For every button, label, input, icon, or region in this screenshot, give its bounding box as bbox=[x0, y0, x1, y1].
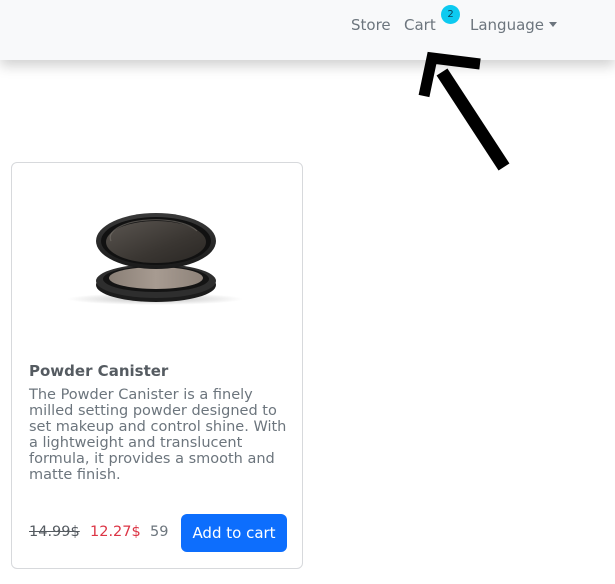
stock-count: 59 bbox=[150, 524, 169, 540]
card-footer: 14.99$ 12.27$ 59 Add to cart bbox=[29, 514, 287, 552]
nav-language-label: Language bbox=[470, 16, 545, 34]
product-image bbox=[67, 213, 243, 305]
sale-price: 12.27$ bbox=[90, 524, 141, 540]
nav-store-link[interactable]: Store bbox=[351, 15, 391, 35]
caret-down-icon bbox=[549, 22, 558, 27]
product-description: The Powder Canister is a finely milled s… bbox=[29, 387, 287, 483]
nav-cart-link[interactable]: Cart bbox=[404, 15, 436, 35]
product-title: Powder Canister bbox=[29, 362, 169, 380]
nav-language-dropdown[interactable]: Language bbox=[470, 15, 558, 35]
cart-count-badge: 2 bbox=[441, 5, 460, 24]
product-card: Powder Canister The Powder Canister is a… bbox=[11, 162, 303, 569]
navbar: Store Cart 2 Language bbox=[0, 0, 615, 60]
add-to-cart-button[interactable]: Add to cart bbox=[181, 514, 287, 552]
original-price: 14.99$ bbox=[29, 524, 80, 540]
arrow-icon bbox=[418, 51, 510, 171]
